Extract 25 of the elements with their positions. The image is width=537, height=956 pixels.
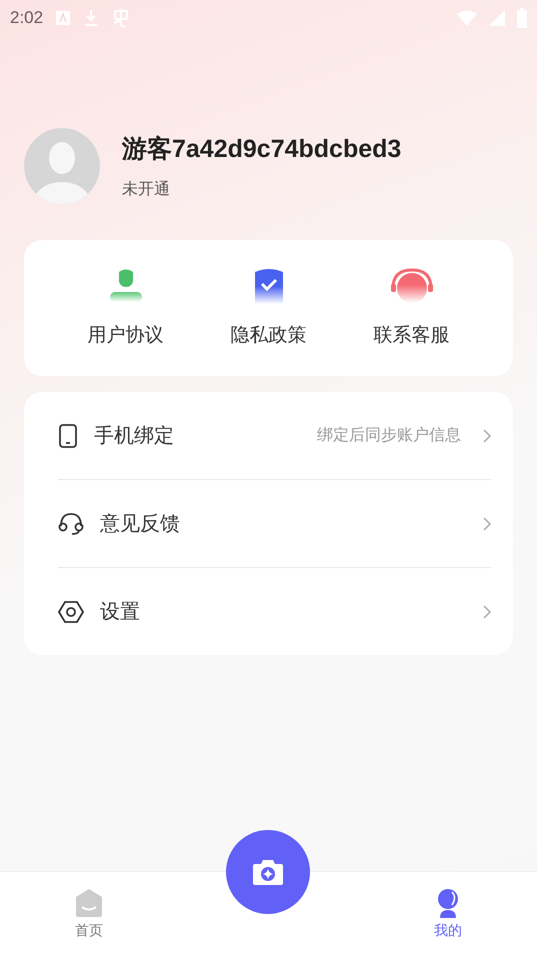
menu-label: 设置 [100,598,140,625]
status-time: 2:02 [10,8,44,28]
headset-icon [58,512,84,536]
menu-label: 手机绑定 [94,422,174,449]
camera-icon [252,858,284,886]
nav-tab[interactable]: 首页 [48,888,129,940]
quick-link[interactable]: 联系客服 [374,268,450,348]
menu-hint: 绑定后同步账户信息 [317,425,461,446]
menu-label: 意见反馈 [100,510,180,537]
chevron-right-icon [483,516,491,530]
home-icon [74,888,104,918]
menu-item[interactable]: 意见反馈 [58,480,491,567]
chevron-right-icon [483,428,491,442]
quick-link[interactable]: 隐私政策 [230,268,306,348]
menu-item[interactable]: 设置 [58,568,491,655]
menu-item[interactable]: 手机绑定 绑定后同步账户信息 [58,392,491,479]
user-name: 游客7a42d9c74bdcbed3 [122,134,402,165]
quick-link[interactable]: 用户协议 [88,268,164,348]
chevron-right-icon [483,604,491,618]
nav-tab[interactable]: 我的 [408,888,488,940]
membership-status: 未开通 [122,179,171,200]
phone-icon [58,424,78,448]
download-icon [83,9,100,27]
avatar-icon [24,128,100,204]
settings-icon [58,600,84,624]
